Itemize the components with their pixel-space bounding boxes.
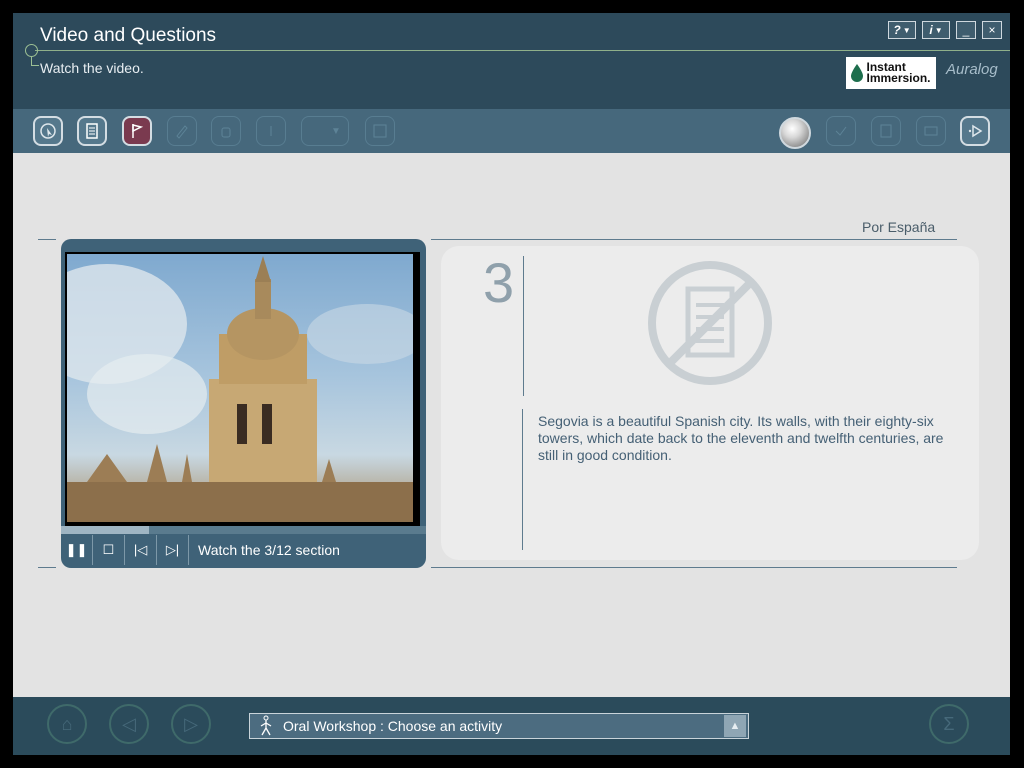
close-button[interactable]: × (982, 21, 1002, 39)
app-window: Video and Questions Watch the video. ? ▼ … (13, 13, 1010, 755)
pencil-icon (176, 125, 188, 139)
header-connector (31, 57, 39, 66)
home-icon: ⌂ (61, 714, 73, 734)
summary-button[interactable]: Σ (929, 704, 969, 744)
toolbar: ▼ (13, 109, 1010, 153)
document-icon (86, 123, 98, 139)
instant-immersion-logo: Instant Immersion. (846, 57, 936, 89)
close-icon: × (988, 23, 996, 37)
logo-immersion: Immersion. (866, 71, 931, 85)
help-button[interactable]: ? ▼ (888, 21, 916, 39)
right-rule-bottom (431, 567, 957, 568)
chevron-up-icon[interactable]: ▲ (724, 715, 746, 737)
score-icon (924, 126, 938, 136)
export-icon (373, 124, 387, 138)
number-divider (523, 256, 524, 396)
section-label: Por España (862, 219, 936, 235)
video-controls: ❚❚ ☐ |◁ ▷| Watch the 3/12 section (61, 535, 340, 565)
previous-icon: |◁ (133, 542, 148, 557)
video-progress-bar[interactable] (61, 526, 426, 534)
home-button[interactable]: ⌂ (47, 704, 87, 744)
minimize-button[interactable]: _ (956, 21, 976, 39)
no-document-icon (648, 261, 772, 385)
video-status: Watch the 3/12 section (198, 542, 340, 558)
next-tool-button[interactable] (960, 116, 990, 146)
cathedral-image (67, 256, 413, 522)
video-progress-fill (61, 526, 149, 534)
walking-person-icon (260, 715, 272, 736)
back-button[interactable]: ◁ (109, 704, 149, 744)
header-circle-icon (25, 44, 38, 57)
description-text: Segovia is a beautiful Spanish city. Its… (538, 413, 944, 463)
check-tool-button[interactable] (826, 116, 856, 146)
right-rule-top (431, 239, 957, 240)
help-icon: ? (893, 23, 901, 37)
next-icon: ▷| (165, 542, 180, 557)
hand-icon (221, 127, 231, 138)
text-divider (522, 409, 523, 550)
video-panel: ❚❚ ☐ |◁ ▷| Watch the 3/12 section (61, 239, 426, 568)
forward-button[interactable]: ▷ (171, 704, 211, 744)
logo-text: Instant Immersion. (866, 61, 931, 85)
info-button[interactable]: i ▼ (922, 21, 950, 39)
pause-button[interactable]: ❚❚ (61, 535, 93, 565)
play-next-icon (968, 124, 983, 138)
export-tool-button[interactable] (365, 116, 395, 146)
record-indicator[interactable] (779, 117, 811, 149)
sigma-icon: Σ (943, 714, 955, 734)
video-player[interactable] (67, 254, 413, 522)
page-title: Video and Questions (40, 25, 217, 46)
flag-tool-button[interactable] (122, 116, 152, 146)
activity-label: Oral Workshop : Choose an activity (283, 718, 503, 734)
stop-icon: ☐ (102, 542, 115, 557)
left-rule-top (38, 239, 56, 240)
auralog-logo: Auralog (946, 61, 998, 78)
activity-selector[interactable]: Oral Workshop : Choose an activity ▲ (249, 713, 749, 739)
list-tool-button[interactable] (871, 116, 901, 146)
next-button[interactable]: ▷| (157, 535, 189, 565)
header-divider (35, 50, 1010, 51)
list-icon (880, 124, 892, 138)
hand-tool-button[interactable] (211, 116, 241, 146)
pointer-tool-button[interactable] (33, 116, 63, 146)
info-icon: i (929, 23, 933, 37)
back-icon: ◁ (122, 714, 136, 734)
previous-button[interactable]: |◁ (125, 535, 157, 565)
window-controls: ? ▼ i ▼ _ × (888, 21, 1002, 39)
question-number: 3 (483, 251, 515, 314)
dropdown-tool-button[interactable]: ▼ (301, 116, 349, 146)
left-rule-bottom (38, 567, 56, 568)
score-tool-button[interactable] (916, 116, 946, 146)
page-subtitle: Watch the video. (40, 60, 144, 76)
chevron-down-icon: ▼ (331, 125, 341, 137)
text-tool-button[interactable] (256, 116, 286, 146)
header-bar: Video and Questions Watch the video. ? ▼ … (13, 13, 1010, 109)
video-frame (65, 252, 420, 526)
check-icon (835, 126, 847, 136)
text-icon (270, 126, 272, 136)
document-tool-button[interactable] (77, 116, 107, 146)
edit-tool-button[interactable] (167, 116, 197, 146)
pause-icon: ❚❚ (65, 542, 88, 557)
forward-icon: ▷ (184, 714, 198, 734)
flag-icon (132, 124, 144, 138)
stop-button[interactable]: ☐ (93, 535, 125, 565)
pointer-icon (40, 123, 56, 139)
minimize-icon: _ (962, 23, 970, 37)
drop-icon (851, 64, 864, 82)
